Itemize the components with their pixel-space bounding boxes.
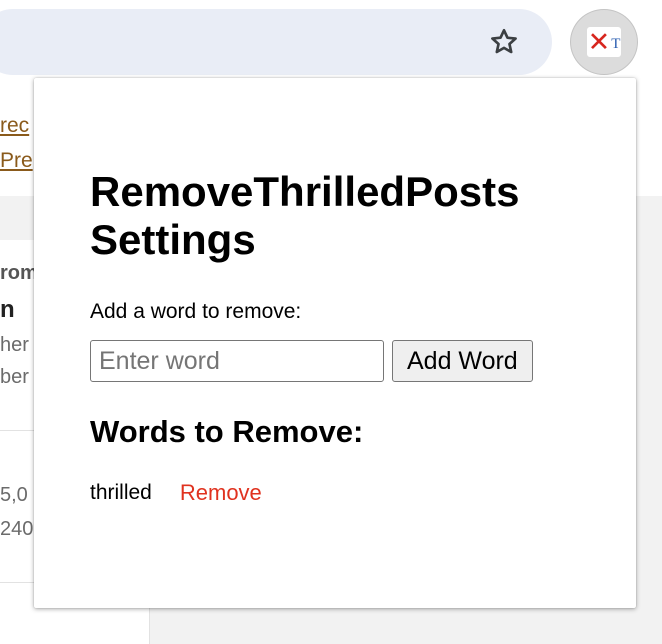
extension-button[interactable]: ✕ T <box>570 9 638 75</box>
words-list: thrilled Remove <box>90 480 636 506</box>
list-item: thrilled Remove <box>90 480 636 506</box>
add-word-row: Add Word <box>90 340 636 382</box>
star-outline-icon <box>491 28 517 54</box>
add-word-button[interactable]: Add Word <box>392 340 533 382</box>
background-text-3: her <box>0 334 29 356</box>
background-text-6: 240 <box>0 518 34 540</box>
popup-title: RemoveThrilledPosts Settings <box>90 168 520 263</box>
background-text-4: ber <box>0 366 29 388</box>
background-text-5: 5,0 <box>0 484 28 506</box>
background-text-2: n <box>0 296 15 323</box>
background-link-1[interactable]: rec <box>0 114 29 138</box>
browser-toolbar: ✕ T <box>0 0 662 78</box>
background-link-2[interactable]: Pre <box>0 149 33 173</box>
remove-word-button[interactable]: Remove <box>180 480 262 506</box>
extension-t-glyph: T <box>611 35 621 52</box>
extension-x-glyph: ✕ <box>587 26 611 58</box>
remove-thrilled-posts-icon: ✕ T <box>587 27 621 57</box>
word-text: thrilled <box>90 481 152 504</box>
address-bar[interactable] <box>0 9 552 75</box>
bookmark-star-button[interactable] <box>484 22 524 62</box>
background-text-1: rom <box>0 262 38 284</box>
extension-popup: RemoveThrilledPosts Settings Add a word … <box>34 78 636 608</box>
words-list-heading: Words to Remove: <box>90 414 364 449</box>
add-word-label: Add a word to remove: <box>90 300 302 323</box>
word-input[interactable] <box>90 340 384 382</box>
